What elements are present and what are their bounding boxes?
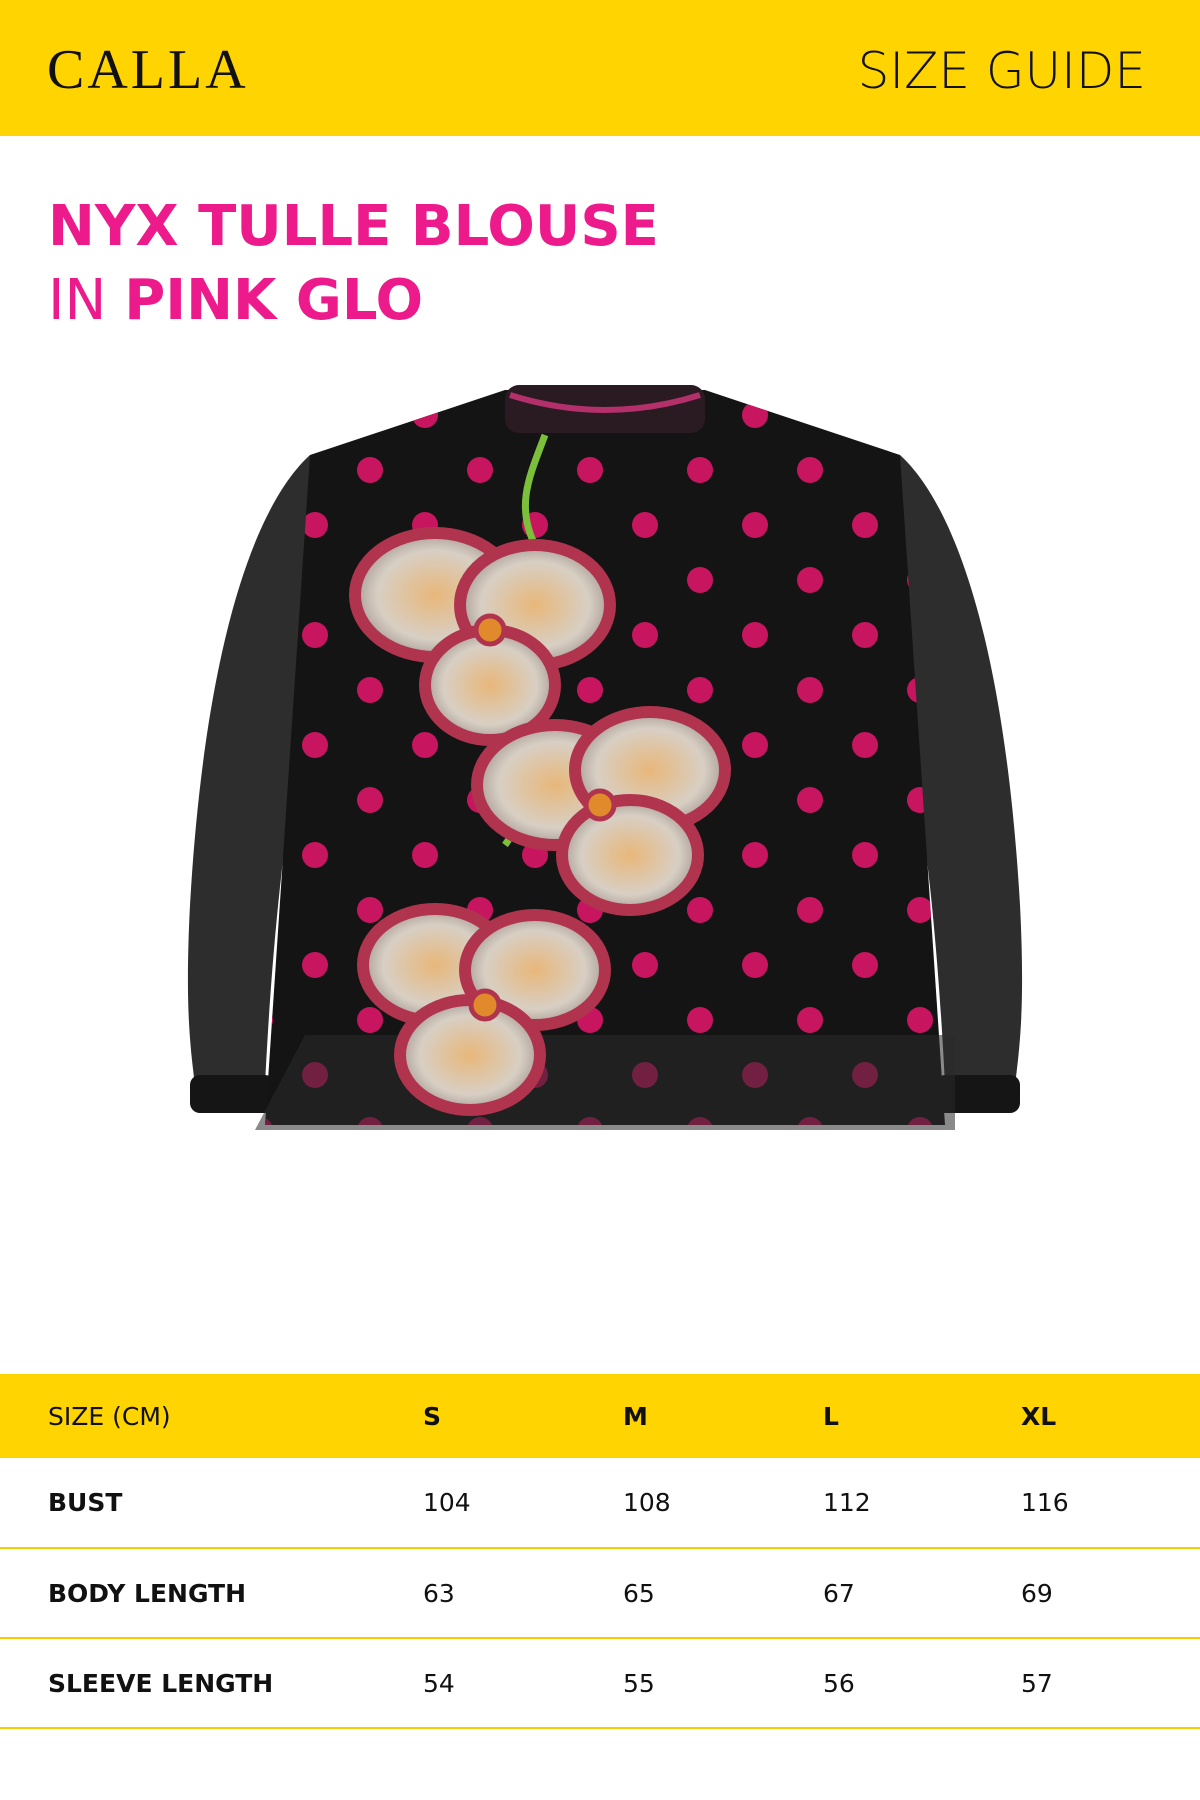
- table-cell: 67: [823, 1578, 855, 1608]
- size-table: SIZE (CM) S M L XL BUST 104 108 112 116 …: [0, 1374, 1200, 1729]
- header-bar: CALLA SIZE GUIDE: [0, 0, 1200, 136]
- product-title: NYX TULLE BLOUSE IN PINK GLO: [48, 190, 659, 338]
- table-cell: 57: [1021, 1668, 1053, 1698]
- table-row: BODY LENGTH 63 65 67 69: [0, 1548, 1200, 1638]
- header-size-m: M: [623, 1401, 648, 1431]
- table-cell: 108: [623, 1488, 671, 1517]
- blouse-image: [187, 385, 1023, 1130]
- product-in-word: IN: [48, 268, 107, 333]
- page-title: SIZE GUIDE: [857, 42, 1146, 100]
- product-name: NYX TULLE BLOUSE: [48, 194, 659, 259]
- table-header-row: SIZE (CM) S M L XL: [0, 1374, 1200, 1458]
- row-label: BUST: [48, 1488, 123, 1517]
- blouse-body: [187, 385, 1023, 1130]
- product-color: PINK GLO: [124, 268, 424, 333]
- table-cell: 116: [1021, 1488, 1069, 1517]
- table-cell: 104: [423, 1488, 471, 1517]
- table-cell: 56: [823, 1668, 855, 1698]
- header-size-s: S: [423, 1401, 442, 1431]
- table-cell: 54: [423, 1668, 455, 1698]
- table-cell: 69: [1021, 1578, 1053, 1608]
- header-size-l: L: [823, 1401, 839, 1431]
- brand-logo: CALLA: [47, 39, 249, 101]
- table-cell: 63: [423, 1578, 455, 1608]
- table-cell: 65: [623, 1578, 655, 1608]
- header-size-xl: XL: [1021, 1401, 1057, 1431]
- table-cell: 55: [623, 1668, 655, 1698]
- row-label: SLEEVE LENGTH: [48, 1668, 274, 1698]
- table-cell: 112: [823, 1488, 871, 1517]
- header-size-label: SIZE (CM): [48, 1401, 171, 1431]
- row-label: BODY LENGTH: [48, 1578, 247, 1608]
- table-row: BUST 104 108 112 116: [0, 1458, 1200, 1548]
- table-row: SLEEVE LENGTH 54 55 56 57: [0, 1638, 1200, 1728]
